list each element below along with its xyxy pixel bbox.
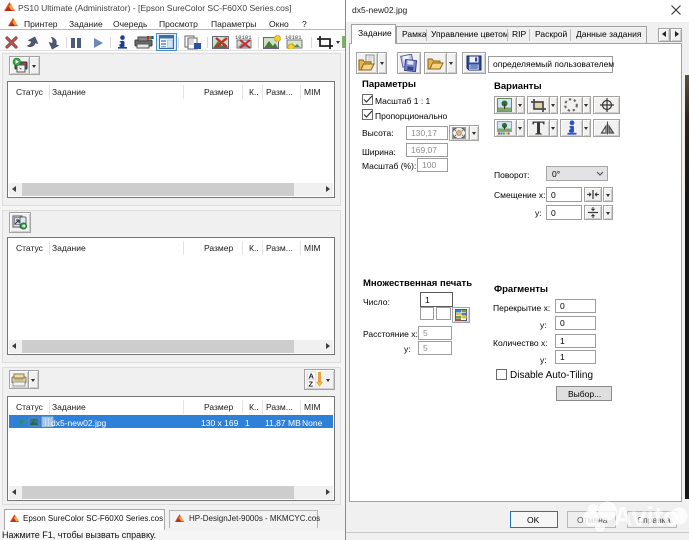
svg-text:Z: Z	[309, 380, 314, 389]
svg-text:Avito: Avito	[613, 502, 680, 532]
